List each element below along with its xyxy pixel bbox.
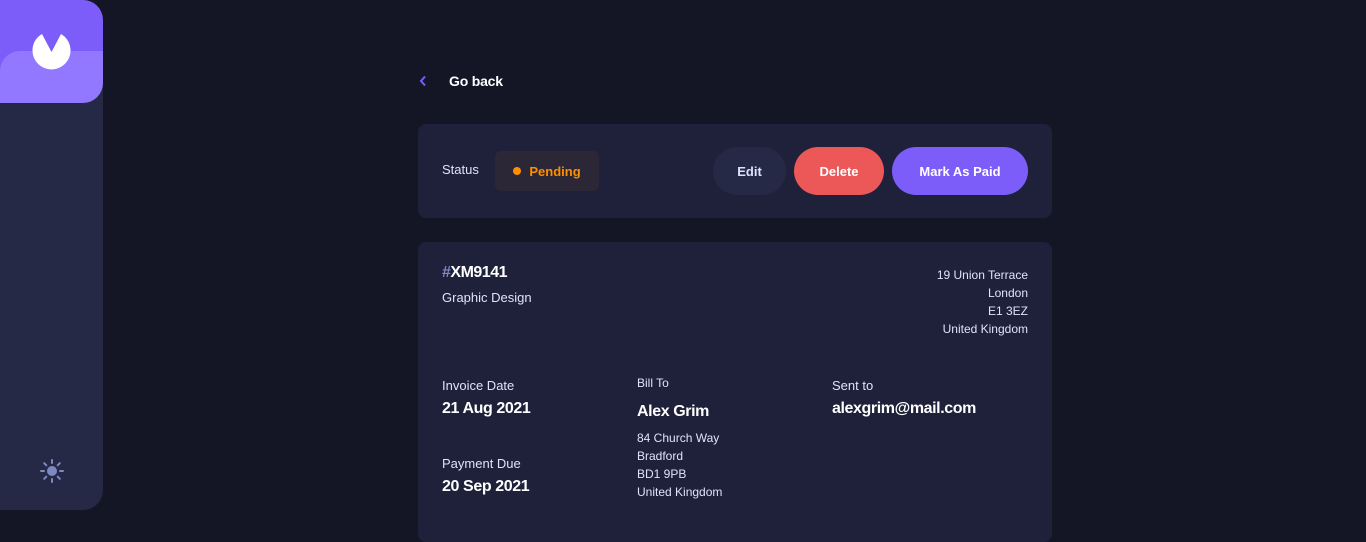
mark-as-paid-button[interactable]: Mark As Paid — [892, 147, 1028, 195]
sender-postcode: E1 3EZ — [987, 304, 1028, 318]
delete-button[interactable]: Delete — [794, 147, 884, 195]
go-back-link[interactable]: Go back — [418, 72, 503, 90]
client-email[interactable]: alexgrim@mail.com — [832, 400, 976, 418]
invoice-detail-card: #XM9141 Graphic Design 19 Union Terrace … — [418, 242, 1052, 542]
invoice-description: Graphic Design — [442, 290, 532, 305]
payment-due-value: 20 Sep 2021 — [442, 478, 530, 495]
payment-due-label: Payment Due — [442, 456, 521, 471]
sidebar — [0, 0, 103, 510]
client-name: Alex Grim — [637, 403, 709, 420]
go-back-label: Go back — [449, 73, 503, 89]
client-address: 84 Church Way Bradford BD1 9PB United Ki… — [637, 429, 722, 501]
status-badge: Pending — [495, 151, 599, 191]
status-label: Status — [442, 162, 479, 177]
sender-address: 19 Union Terrace London E1 3EZ United Ki… — [937, 266, 1028, 338]
client-country: United Kingdom — [637, 485, 723, 499]
logo-icon — [32, 34, 71, 70]
sender-country: United Kingdom — [942, 322, 1028, 336]
sun-icon[interactable] — [38, 457, 66, 485]
sent-to-label: Sent to — [832, 378, 874, 393]
invoice-date-value: 21 Aug 2021 — [442, 400, 531, 417]
chevron-left-icon — [419, 75, 426, 87]
sender-city: London — [987, 286, 1028, 300]
status-dot-icon — [513, 167, 522, 175]
sender-street: 19 Union Terrace — [936, 268, 1028, 282]
client-postcode: BD1 9PB — [637, 467, 687, 481]
status-bar: Status Pending Edit Delete Mark As Paid — [418, 124, 1052, 218]
invoice-id: #XM9141 — [442, 264, 507, 282]
invoice-date-label: Invoice Date — [442, 378, 515, 393]
client-street: 84 Church Way — [637, 431, 720, 445]
client-city: Bradford — [637, 449, 684, 463]
app-logo[interactable] — [0, 0, 103, 103]
bill-to-label: Bill To — [637, 376, 669, 390]
edit-button[interactable]: Edit — [713, 147, 786, 195]
status-value: Pending — [529, 163, 581, 179]
invoice-id-value: XM9141 — [450, 264, 507, 281]
